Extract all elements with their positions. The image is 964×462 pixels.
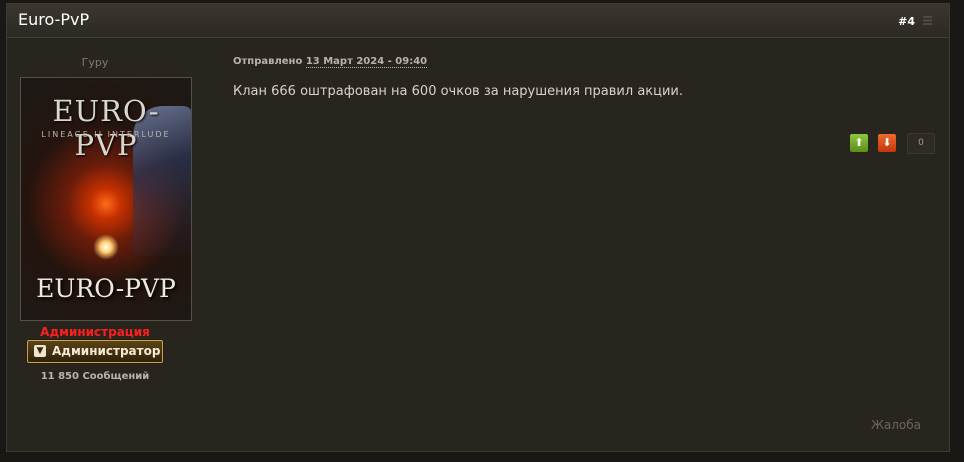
post-date-value[interactable]: 13 Март 2024 - 09:40 [305,56,428,68]
avatar-subtitle-text: LINEAGE II INTERLUDE [41,130,171,139]
rank-chevron-icon: ▼ [34,345,46,357]
post-date-label: Отправлено [233,56,303,67]
vote-up-button[interactable]: ⬆ [850,134,868,152]
author-name-link[interactable]: Euro-PvP [18,11,89,29]
post-menu-icon[interactable] [923,16,932,25]
rank-badge: ▼ Администратор [27,340,163,363]
report-link[interactable]: Жалоба [871,418,921,432]
author-info: Гуру EURO-PVP LINEAGE II INTERLUDE EURO-… [7,38,192,398]
reputation-count: 0 [907,133,935,154]
avatar[interactable]: EURO-PVP LINEAGE II INTERLUDE EURO-PVP [20,77,192,321]
avatar-glow [93,234,119,260]
group-label: Администрация [40,325,150,339]
avatar-bottom-text: EURO-PVP [36,274,176,303]
rank-label: Администратор [52,344,161,358]
post-count: 11 850 Сообщений [40,371,150,382]
post-body: Клан 666 оштрафован на 600 очков за нару… [233,84,684,99]
member-title: Гуру [81,56,109,69]
post-header: Euro-PvP #4 [7,4,949,38]
arrow-down-icon: ⬇ [882,136,892,149]
post-date: Отправлено 13 Март 2024 - 09:40 [233,56,428,68]
forum-post: Euro-PvP #4 Гуру EURO-PVP LINEAGE II INT… [6,3,950,452]
vote-down-button[interactable]: ⬇ [878,134,896,152]
arrow-up-icon: ⬆ [854,136,864,149]
post-number-link[interactable]: #4 [898,15,915,28]
avatar-logo-text: EURO-PVP [52,94,160,162]
